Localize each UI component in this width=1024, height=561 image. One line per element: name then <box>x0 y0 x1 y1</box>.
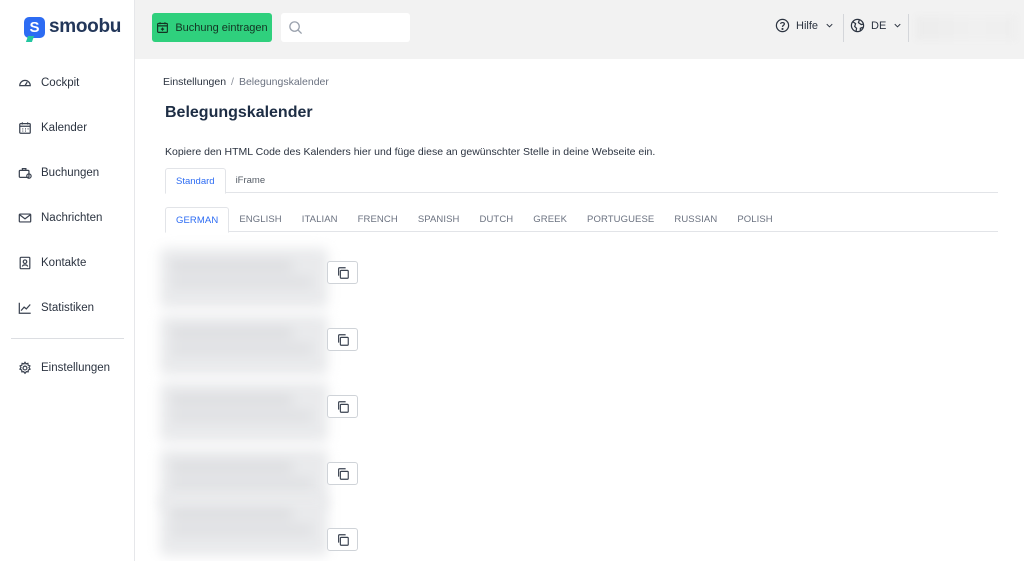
tab-german[interactable]: GERMAN <box>165 207 230 233</box>
tab-polish[interactable]: POLISH <box>727 207 782 232</box>
breadcrumb: Einstellungen / Belegungskalender <box>163 76 329 88</box>
copy-button[interactable] <box>327 528 358 551</box>
globe-icon <box>850 18 865 33</box>
copy-button[interactable] <box>327 462 358 485</box>
tab-italian[interactable]: ITALIAN <box>292 207 348 232</box>
breadcrumb-parent-link[interactable]: Einstellungen <box>163 76 226 88</box>
copy-icon <box>337 400 349 413</box>
top-bar: Buchung eintragen Hilfe DE <box>135 0 1024 59</box>
sidebar: S smoobu Cockpit Kalender Buchungen Nach… <box>0 0 135 561</box>
copy-icon <box>337 266 349 279</box>
sidebar-item-statistiken[interactable]: Statistiken <box>0 285 135 330</box>
language-label: DE <box>871 19 887 32</box>
copy-icon <box>337 467 349 480</box>
user-menu[interactable] <box>916 16 1016 40</box>
tab-dutch[interactable]: DUTCH <box>470 207 524 232</box>
sidebar-item-label: Statistiken <box>41 301 95 314</box>
tab-iframe[interactable]: iFrame <box>226 168 276 193</box>
gear-icon <box>19 360 31 374</box>
sidebar-item-cockpit[interactable]: Cockpit <box>0 60 135 105</box>
chevron-down-icon <box>826 23 833 28</box>
calendar-icon <box>19 121 31 134</box>
topbar-divider <box>843 14 844 42</box>
sidebar-item-label: Kontakte <box>41 256 87 269</box>
tab-french[interactable]: FRENCH <box>348 207 408 232</box>
copy-icon <box>337 333 349 346</box>
sidebar-item-nachrichten[interactable]: Nachrichten <box>0 195 135 240</box>
calendar-plus-icon <box>157 22 169 33</box>
language-tabs: GERMAN ENGLISH ITALIAN FRENCH SPANISH DU… <box>165 207 998 233</box>
tab-standard[interactable]: Standard <box>165 168 226 194</box>
logo-mark-icon: S <box>24 16 45 38</box>
tab-spanish[interactable]: SPANISH <box>408 207 470 232</box>
sidebar-item-buchungen[interactable]: Buchungen <box>0 150 135 195</box>
help-circle-icon <box>775 18 790 33</box>
tab-greek[interactable]: GREEK <box>523 207 577 232</box>
copy-button[interactable] <box>327 395 358 418</box>
code-snippet-row <box>160 496 360 556</box>
code-snippet-row <box>160 315 360 375</box>
copy-button[interactable] <box>327 328 358 351</box>
chart-line-icon <box>18 302 31 314</box>
language-menu[interactable]: DE <box>850 18 903 33</box>
help-menu[interactable]: Hilfe <box>775 18 835 33</box>
page-description: Kopiere den HTML Code des Kalenders hier… <box>165 146 656 158</box>
breadcrumb-separator: / <box>231 76 234 88</box>
embed-type-tabs: Standard iFrame <box>165 168 998 194</box>
gauge-icon <box>19 79 31 86</box>
add-booking-label: Buchung eintragen <box>175 21 268 34</box>
breadcrumb-current: Belegungskalender <box>238 76 329 88</box>
add-booking-button[interactable]: Buchung eintragen <box>152 13 272 42</box>
suitcase-icon <box>18 167 32 179</box>
help-label: Hilfe <box>796 19 819 32</box>
code-snippet[interactable] <box>160 315 328 375</box>
brand-name: smoobu <box>49 16 122 37</box>
code-snippet-row <box>160 382 360 442</box>
search-icon <box>288 20 303 35</box>
code-snippet[interactable] <box>160 496 328 556</box>
sidebar-nav: Cockpit Kalender Buchungen Nachrichten K… <box>0 60 135 390</box>
code-snippet[interactable] <box>160 382 328 442</box>
sidebar-item-label: Kalender <box>41 121 88 134</box>
chevron-down-icon <box>894 23 901 28</box>
tab-portuguese[interactable]: PORTUGUESE <box>577 207 664 232</box>
sidebar-item-einstellungen[interactable]: Einstellungen <box>0 345 135 390</box>
mail-icon <box>18 212 32 223</box>
sidebar-item-label: Nachrichten <box>41 211 103 224</box>
sidebar-item-label: Einstellungen <box>41 361 111 374</box>
contact-card-icon <box>19 256 31 269</box>
topbar-divider <box>908 14 909 42</box>
copy-button[interactable] <box>327 261 358 284</box>
copy-icon <box>337 533 349 546</box>
sidebar-item-label: Cockpit <box>41 76 80 89</box>
page-title: Belegungskalender <box>165 104 313 121</box>
tab-russian[interactable]: RUSSIAN <box>664 207 727 232</box>
tab-english[interactable]: ENGLISH <box>229 207 291 232</box>
sidebar-divider <box>11 338 124 339</box>
sidebar-item-kontakte[interactable]: Kontakte <box>0 240 135 285</box>
sidebar-item-kalender[interactable]: Kalender <box>0 105 135 150</box>
sidebar-item-label: Buchungen <box>41 166 100 179</box>
code-snippet-row <box>160 248 360 308</box>
code-snippet[interactable] <box>160 248 328 308</box>
brand-logo[interactable]: S smoobu <box>24 16 121 38</box>
